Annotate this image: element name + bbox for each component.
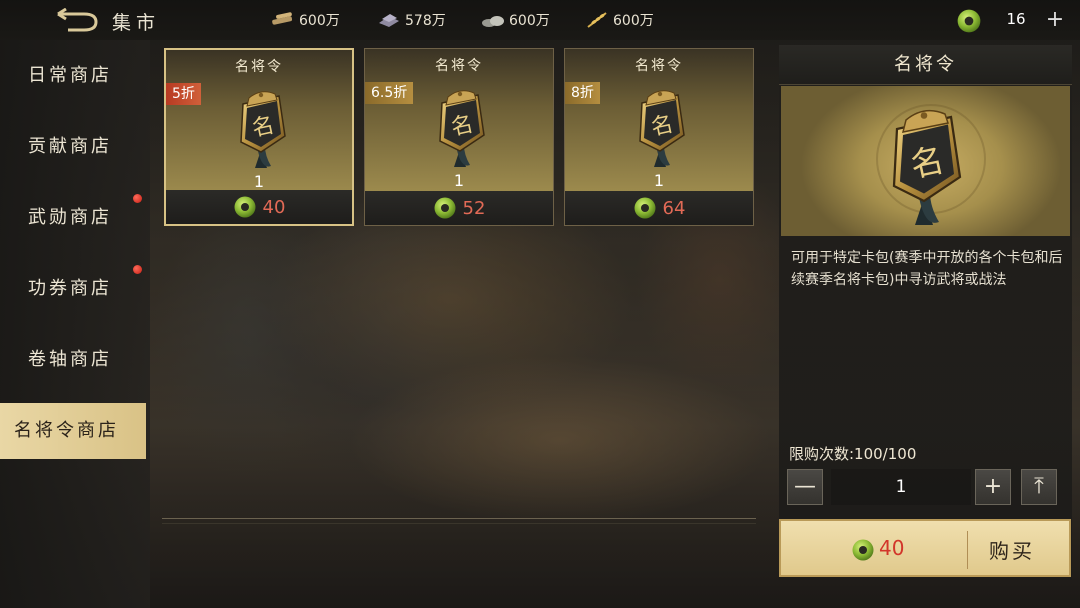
jade-coin-icon: [956, 8, 982, 34]
discount-badge: 6.5折: [365, 82, 414, 104]
general-token-icon: [430, 89, 490, 169]
jade-coin-icon: [633, 196, 657, 220]
shop-sidebar: 日常商店 贡献商店 武勋商店 功券商店 卷轴商店 名将令商店: [0, 40, 150, 608]
buy-price: 40: [879, 536, 905, 560]
item-price: 40: [262, 196, 286, 218]
general-token-icon: [231, 90, 291, 170]
jade-coin-icon: [851, 538, 875, 562]
price-bar: 52: [365, 191, 553, 225]
item-name: 名将令: [435, 58, 483, 74]
price-bar: 40: [166, 190, 352, 224]
resource-stone: 600万: [480, 10, 550, 30]
shop-item-card[interactable]: 名将令 6.5折 1 52: [364, 48, 554, 226]
jade-count: 16: [1006, 10, 1026, 28]
sidebar-item-contribution-shop[interactable]: 贡献商店: [0, 119, 146, 175]
back-button[interactable]: [54, 7, 100, 32]
resource-wood: 600万: [270, 10, 340, 30]
grain-icon: [587, 12, 607, 28]
item-quantity: 1: [653, 171, 665, 190]
notification-dot: [133, 265, 142, 274]
wood-icon: [272, 12, 293, 25]
jade-coin-icon: [233, 195, 257, 219]
iron-icon: [379, 14, 399, 27]
resource-iron: 578万: [376, 10, 446, 30]
item-quantity: 1: [453, 171, 465, 190]
page-title: 集市: [112, 12, 161, 34]
sidebar-item-voucher-shop[interactable]: 功券商店: [0, 261, 146, 317]
item-price: 52: [462, 197, 486, 219]
sidebar-item-scroll-shop[interactable]: 卷轴商店: [0, 332, 146, 388]
discount-badge: 5折: [166, 83, 201, 105]
buy-button[interactable]: 40 购买: [779, 519, 1071, 577]
increase-button[interactable]: +: [975, 469, 1011, 505]
item-description: 可用于特定卡包(赛季中开放的各个卡包和后续赛季名将卡包)中寻访武将或战法: [791, 250, 1063, 288]
item-name: 名将令: [235, 59, 283, 75]
buy-label: 购买: [989, 539, 1035, 563]
stone-icon: [482, 16, 504, 27]
sidebar-item-general-token-shop[interactable]: 名将令商店: [0, 403, 146, 459]
jade-coin-icon: [433, 196, 457, 220]
notification-dot: [133, 194, 142, 203]
top-bar: 集市 600万 578万 600万 600万 16 +: [0, 0, 1080, 40]
quantity-field[interactable]: 1: [831, 469, 971, 505]
sidebar-item-daily-shop[interactable]: 日常商店: [0, 48, 146, 104]
general-token-icon: [879, 108, 969, 228]
add-jade-button[interactable]: +: [1042, 6, 1068, 34]
quantity-stepper: — 1 + ⤒: [787, 469, 1067, 505]
item-price: 64: [662, 197, 686, 219]
discount-badge: 8折: [565, 82, 600, 104]
item-detail-panel: 名将令 可用于特定卡包(赛季中开放的各个卡包和后续赛季名将卡包)中寻访武将或战法…: [779, 45, 1072, 580]
max-quantity-button[interactable]: ⤒: [1021, 469, 1057, 505]
general-token-icon: [630, 89, 690, 169]
item-quantity: 1: [253, 172, 265, 191]
back-arrow-icon: [57, 7, 98, 32]
detail-title: 名将令: [779, 45, 1072, 85]
price-bar: 64: [565, 191, 753, 225]
resource-grain: 600万: [584, 10, 654, 30]
scroll-track: [162, 518, 756, 524]
item-name: 名将令: [635, 58, 683, 74]
purchase-limit: 限购次数:100/100: [789, 445, 917, 463]
decrease-button[interactable]: —: [787, 469, 823, 505]
sidebar-item-merit-shop[interactable]: 武勋商店: [0, 190, 146, 246]
shop-item-card[interactable]: 名将令 8折 1 64: [564, 48, 754, 226]
detail-image: [781, 86, 1070, 236]
shop-item-card[interactable]: 名将令 5折 1 40: [164, 48, 354, 226]
